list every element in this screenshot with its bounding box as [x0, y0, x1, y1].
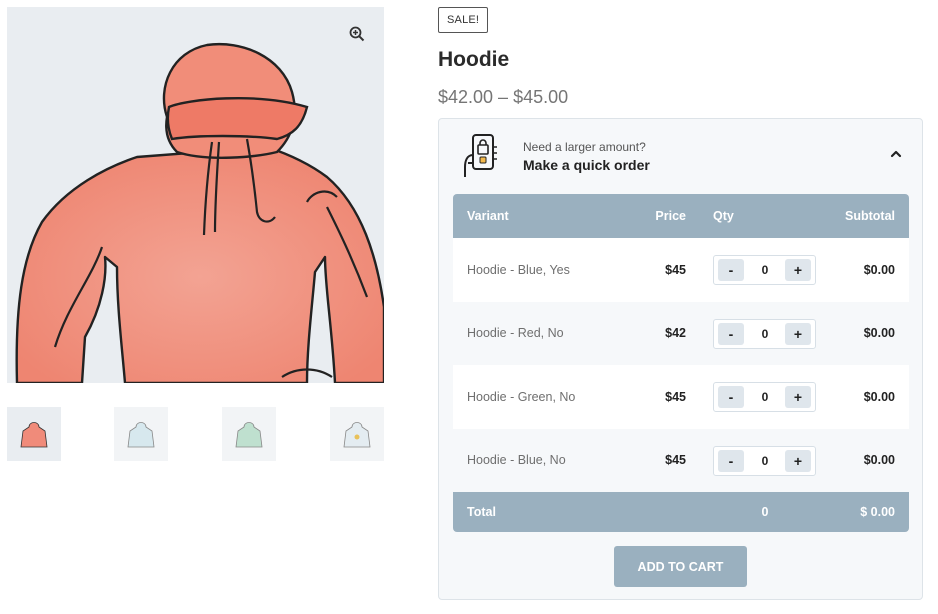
quick-order-title: Make a quick order — [523, 157, 650, 173]
quantity-input[interactable] — [748, 386, 782, 408]
thumbnail-hoodie-blue[interactable] — [114, 407, 168, 461]
hoodie-thumbnail-icon — [20, 422, 48, 448]
variant-name: Hoodie - Blue, Yes — [467, 262, 570, 277]
thumbnail-hoodie-logo[interactable] — [330, 407, 384, 461]
zoom-icon[interactable] — [347, 24, 367, 44]
increment-button[interactable]: + — [785, 449, 811, 472]
quick-order-subtitle: Need a larger amount? — [523, 140, 646, 154]
increment-button[interactable]: + — [785, 259, 811, 281]
total-subtotal: $ 0.00 — [860, 505, 895, 519]
quantity-input[interactable] — [748, 449, 782, 472]
total-qty: 0 — [761, 505, 769, 519]
product-main-image[interactable] — [7, 7, 384, 383]
hoodie-thumbnail-icon — [343, 422, 371, 448]
quantity-stepper: - + — [713, 318, 816, 349]
row-subtotal: $0.00 — [863, 262, 895, 277]
table-header: Variant Price Qty Subtotal — [453, 194, 909, 238]
price-range: $42.00 – $45.00 — [438, 87, 569, 107]
increment-button[interactable]: + — [785, 386, 811, 408]
variant-price: $45 — [665, 262, 686, 277]
sale-badge: SALE! — [438, 7, 489, 33]
decrement-button[interactable]: - — [718, 259, 744, 281]
row-subtotal: $0.00 — [863, 453, 895, 468]
quick-order-header[interactable]: Need a larger amount? Make a quick order — [459, 133, 909, 183]
chevron-up-icon[interactable] — [889, 147, 903, 161]
decrement-button[interactable]: - — [718, 386, 744, 408]
thumbnail-hoodie-green[interactable] — [222, 407, 276, 461]
variant-price: $45 — [665, 389, 686, 404]
variant-price: $42 — [665, 326, 686, 341]
table-row: Hoodie - Green, No $45 - + $0.00 — [453, 365, 909, 429]
quick-order-table: Variant Price Qty Subtotal Hoodie - Blue… — [453, 194, 909, 532]
thumbnail-strip — [7, 407, 384, 462]
variant-name: Hoodie - Green, No — [467, 389, 576, 404]
hoodie-illustration — [15, 42, 384, 383]
total-label: Total — [467, 505, 496, 519]
hoodie-thumbnail-icon — [235, 422, 263, 448]
quick-order-panel: Need a larger amount? Make a quick order… — [438, 118, 923, 600]
quantity-input[interactable] — [748, 259, 782, 281]
column-variant: Variant — [467, 209, 509, 223]
column-price: Price — [655, 209, 686, 223]
quantity-input[interactable] — [748, 322, 782, 345]
hoodie-thumbnail-icon — [127, 422, 155, 448]
mobile-order-icon — [464, 134, 497, 177]
increment-button[interactable]: + — [785, 322, 811, 345]
variant-name: Hoodie - Red, No — [467, 326, 564, 341]
decrement-button[interactable]: - — [718, 322, 744, 345]
variant-price: $45 — [665, 453, 686, 468]
table-row: Hoodie - Blue, No $45 - + $0.00 — [453, 428, 909, 492]
row-subtotal: $0.00 — [863, 389, 895, 404]
decrement-button[interactable]: - — [718, 449, 744, 472]
product-title: Hoodie — [438, 48, 510, 71]
quantity-stepper: - + — [713, 255, 816, 285]
column-qty: Qty — [713, 209, 734, 223]
table-row: Hoodie - Blue, Yes $45 - + $0.00 — [453, 238, 909, 302]
thumbnail-hoodie-red[interactable] — [7, 407, 61, 461]
add-to-cart-button[interactable]: ADD TO CART — [614, 546, 747, 587]
quantity-stepper: - + — [713, 382, 816, 412]
quantity-stepper: - + — [713, 445, 816, 476]
row-subtotal: $0.00 — [863, 326, 895, 341]
column-subtotal: Subtotal — [845, 209, 895, 223]
variant-name: Hoodie - Blue, No — [467, 453, 566, 468]
table-footer-total: Total 0 $ 0.00 — [453, 492, 909, 532]
table-row: Hoodie - Red, No $42 - + $0.00 — [453, 301, 909, 365]
